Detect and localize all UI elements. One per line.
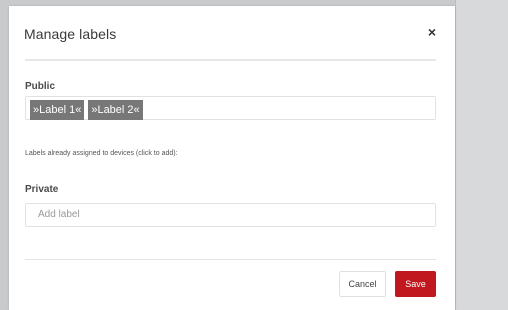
cancel-button[interactable]: Cancel — [339, 271, 386, 297]
footer-divider — [25, 259, 436, 260]
save-button[interactable]: Save — [395, 271, 436, 297]
private-labels-input[interactable]: Add label — [25, 203, 436, 227]
add-label-placeholder: Add label — [38, 209, 80, 220]
label-tag-1[interactable]: »Label 1« — [30, 100, 85, 120]
label-tag-2[interactable]: »Label 2« — [88, 100, 143, 120]
manage-labels-dialog: Manage labels × Public »Label 1« »Label … — [9, 6, 455, 310]
public-labels-input[interactable]: »Label 1« »Label 2« — [25, 96, 436, 120]
public-section-label: Public — [25, 81, 56, 92]
public-tag-list: »Label 1« »Label 2« — [30, 100, 143, 120]
dialog-title: Manage labels — [24, 26, 117, 42]
close-icon[interactable]: × — [425, 24, 439, 40]
backdrop-panel — [455, 0, 508, 310]
assigned-labels-hint: Labels already assigned to devices (clic… — [25, 150, 178, 157]
private-section-label: Private — [25, 184, 59, 195]
header-divider — [25, 59, 436, 61]
